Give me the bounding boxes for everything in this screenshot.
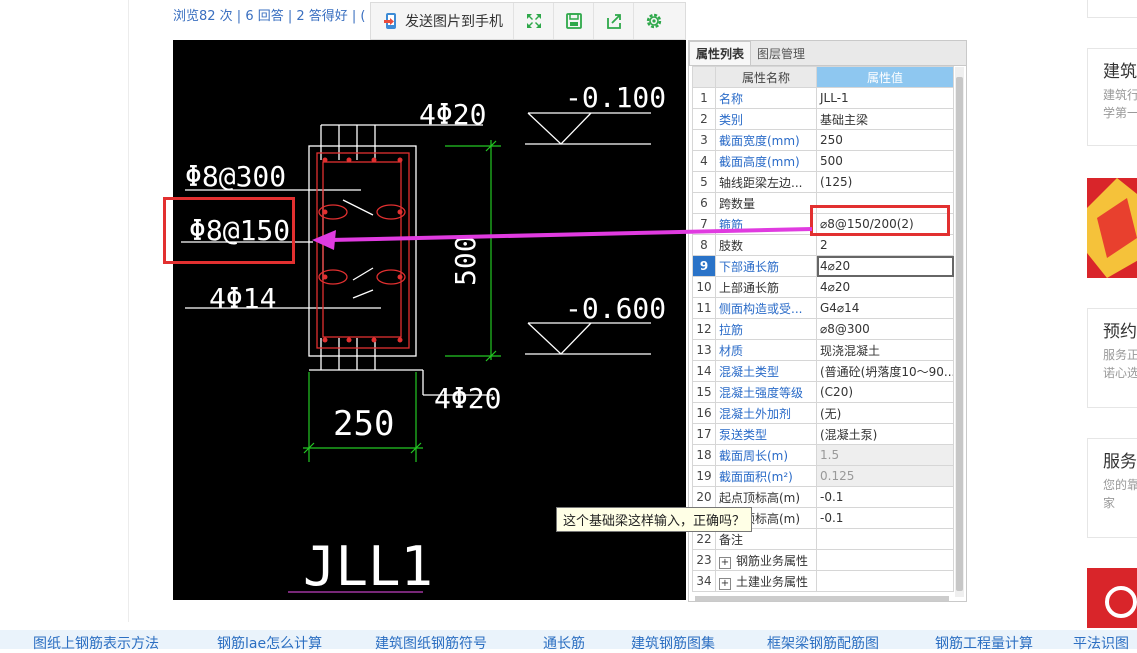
sidebar-card-title: 服务	[1103, 452, 1137, 472]
right-sidebar: 建筑 建筑行 学第一 预约 服务正 诺心选 服务 您的靠 家	[1087, 0, 1137, 628]
ad-image-graphic	[1087, 178, 1137, 278]
sidebar-card-desc: 家	[1103, 496, 1116, 510]
related-link[interactable]: 建筑钢筋图集	[631, 630, 715, 653]
sidebar-card-desc: 您的靠	[1103, 478, 1137, 492]
related-link[interactable]: 通长筋	[543, 630, 585, 653]
sidebar-logo-ad[interactable]	[1087, 568, 1137, 628]
related-link[interactable]: 图纸上钢筋表示方法	[33, 630, 159, 653]
question-tooltip: 这个基础梁这样输入，正确吗？	[556, 507, 753, 532]
related-link[interactable]: 钢筋工程量计算	[935, 630, 1033, 653]
sidebar-card-desc: 诺心选	[1103, 366, 1137, 380]
sidebar-card-desc: 服务正	[1103, 348, 1137, 362]
sidebar-card-1[interactable]: 预约 服务正 诺心选	[1087, 308, 1137, 408]
sidebar-card-desc: 建筑行	[1103, 88, 1137, 102]
related-link[interactable]: 钢筋lae怎么计算	[217, 630, 322, 653]
related-link[interactable]: 平法识图	[1073, 630, 1129, 653]
sidebar-ad-image[interactable]	[1087, 178, 1137, 278]
sidebar-card-top[interactable]	[1087, 0, 1137, 18]
related-link[interactable]: 框架梁钢筋配筋图	[767, 630, 879, 653]
sidebar-card-desc: 学第一	[1103, 106, 1137, 120]
sidebar-card-title: 预约	[1103, 322, 1137, 342]
related-links-bar: 图纸上钢筋表示方法 钢筋lae怎么计算 建筑图纸钢筋符号 通长筋 建筑钢筋图集 框架梁钢筋…	[0, 630, 1137, 652]
annotation-arrow	[312, 227, 813, 250]
brand-logo-icon	[1105, 586, 1137, 618]
sidebar-card-title: 建筑	[1103, 62, 1137, 82]
sidebar-card-0[interactable]: 建筑 建筑行 学第一	[1087, 48, 1137, 146]
related-link[interactable]: 建筑图纸钢筋符号	[375, 630, 487, 653]
sidebar-card-2[interactable]: 服务 您的靠 家	[1087, 438, 1137, 538]
